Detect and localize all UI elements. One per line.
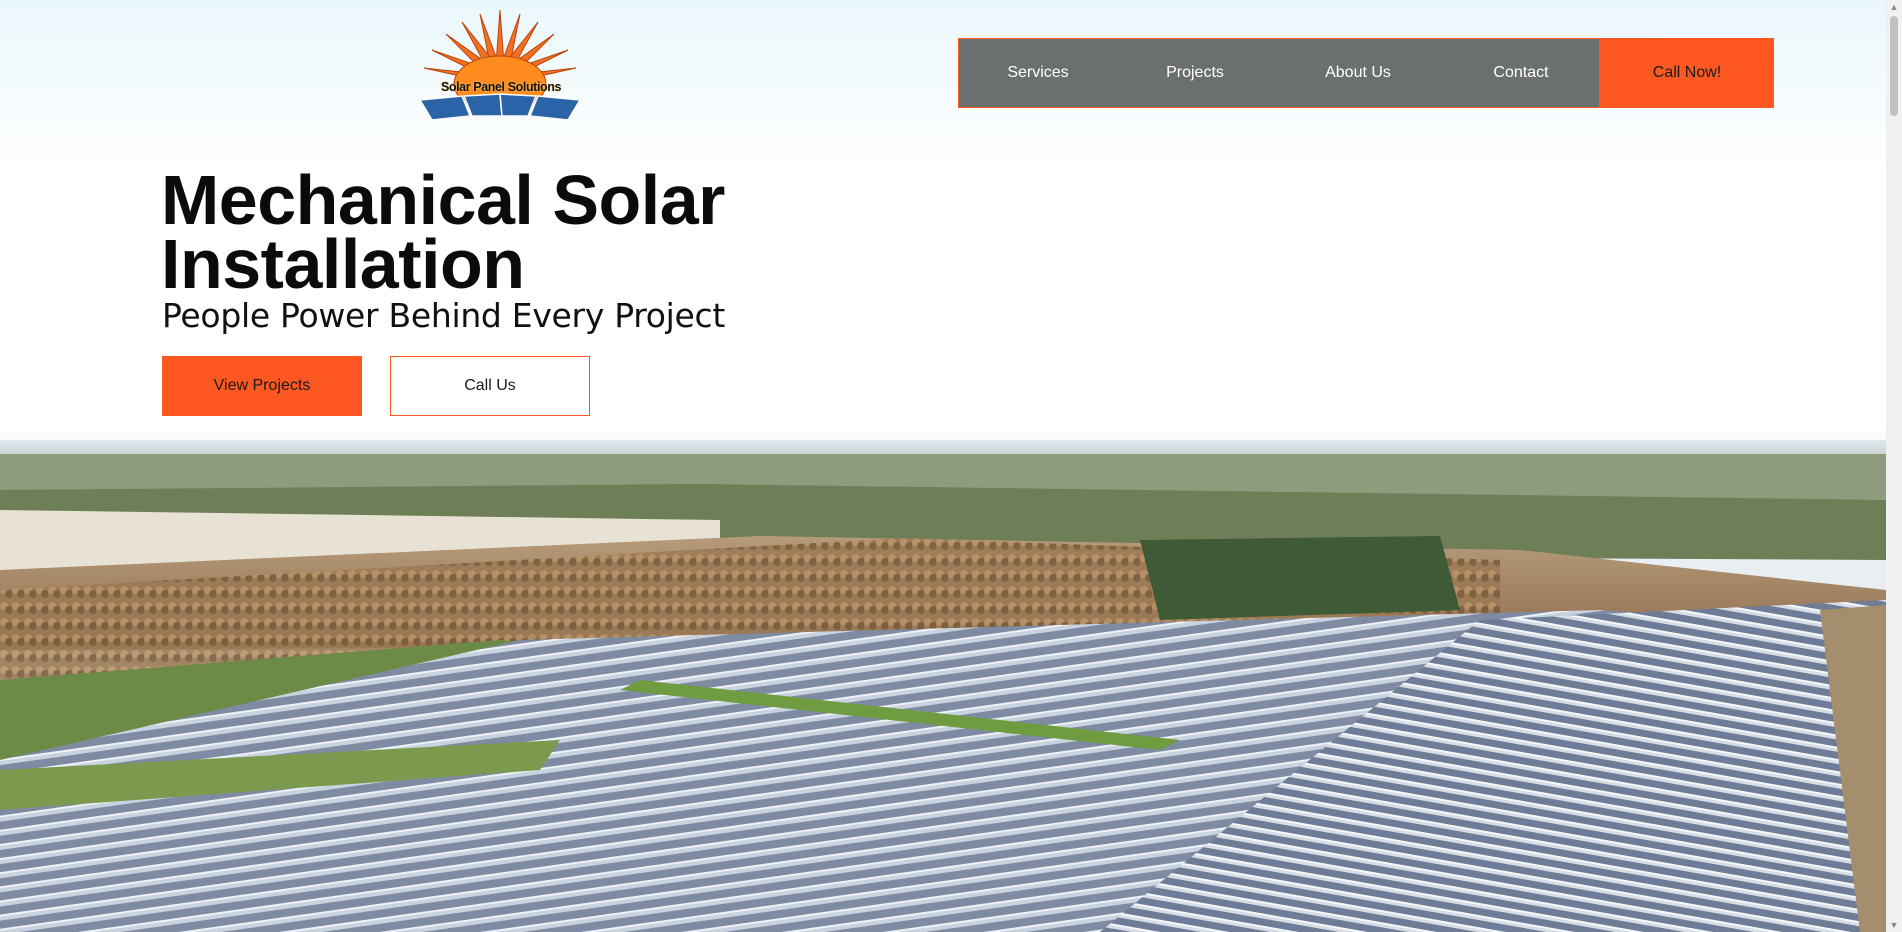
hero-title: Mechanical Solar Installation bbox=[161, 161, 725, 303]
vertical-scrollbar[interactable]: ▲ ▼ bbox=[1886, 0, 1902, 932]
hero-subtitle: People Power Behind Every Project bbox=[162, 296, 726, 335]
call-us-button[interactable]: Call Us bbox=[390, 356, 590, 416]
main-nav: Services Projects About Us Contact bbox=[958, 38, 1600, 108]
nav-services[interactable]: Services bbox=[959, 39, 1117, 107]
scroll-up-arrow-icon[interactable]: ▲ bbox=[1886, 0, 1902, 14]
nav-contact[interactable]: Contact bbox=[1443, 39, 1599, 107]
scroll-down-arrow-icon[interactable]: ▼ bbox=[1886, 918, 1902, 932]
call-now-button[interactable]: Call Now! bbox=[1600, 38, 1774, 108]
scroll-thumb[interactable] bbox=[1890, 16, 1898, 116]
nav-about-us[interactable]: About Us bbox=[1273, 39, 1443, 107]
company-logo[interactable]: Solar Panel Solutions bbox=[410, 4, 590, 121]
sun-logo-icon bbox=[418, 9, 582, 121]
logo-text: Solar Panel Solutions bbox=[440, 80, 562, 94]
nav-projects[interactable]: Projects bbox=[1117, 39, 1273, 107]
view-projects-button[interactable]: View Projects bbox=[162, 356, 362, 416]
page: Solar Panel Solutions Services Projects … bbox=[0, 0, 1886, 932]
aerial-solar-farm-image bbox=[0, 440, 1886, 932]
